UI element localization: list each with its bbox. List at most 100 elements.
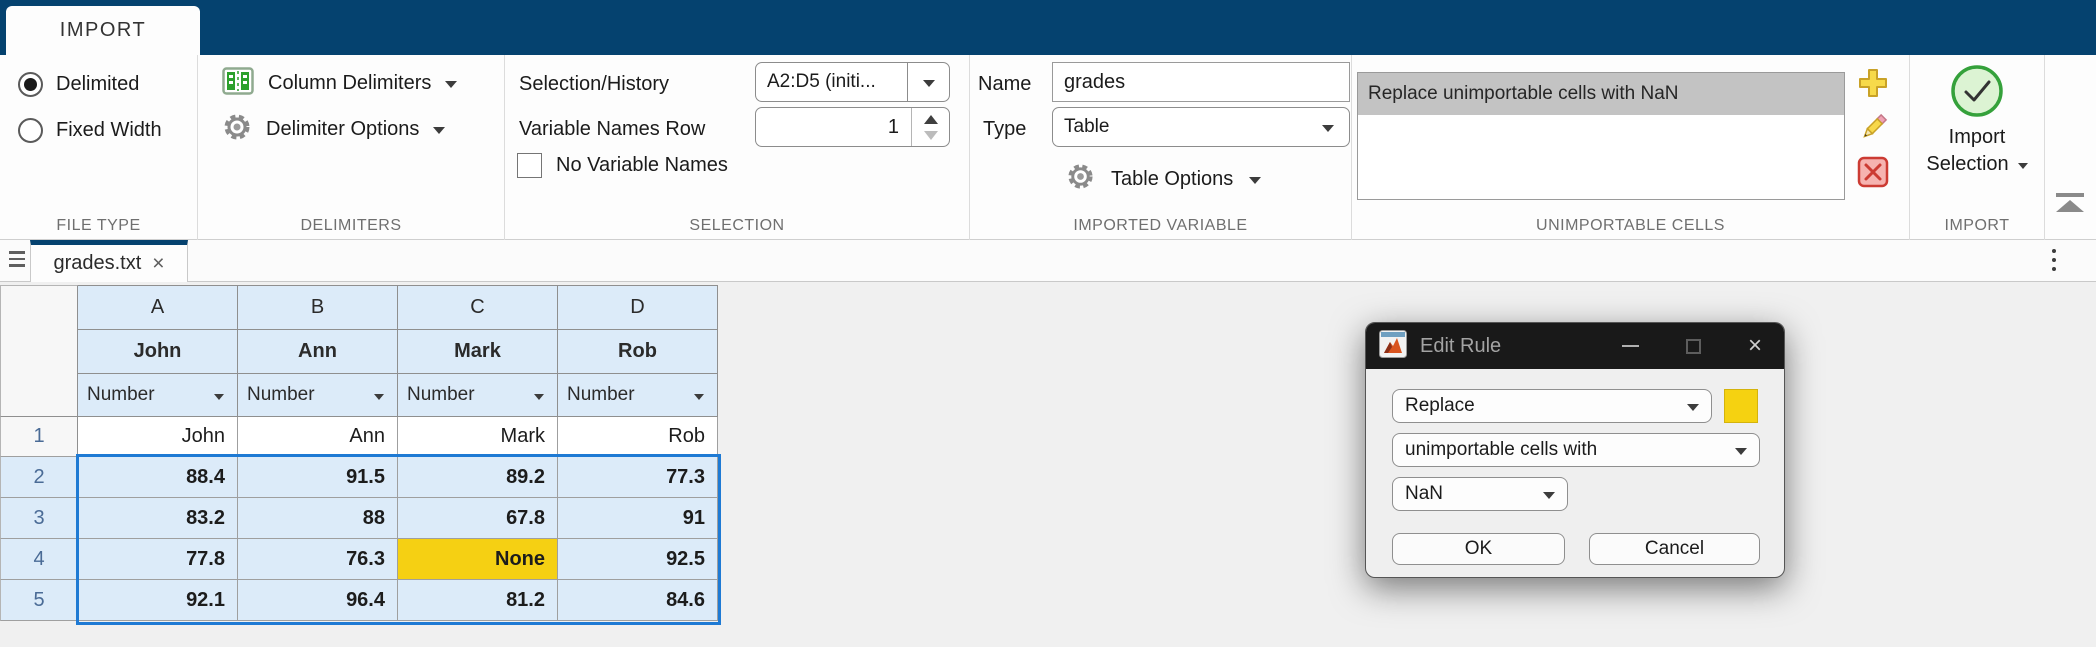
column-delimiters-button[interactable]: Column Delimiters [222, 65, 458, 101]
ribbon-tab-import[interactable]: IMPORT [6, 6, 200, 55]
variable-names-row-spinner[interactable]: 1 [755, 107, 950, 147]
selection-history-dropdown[interactable]: A2:D5 (initi... [755, 62, 950, 102]
grid-cell-a1[interactable]: John [78, 417, 238, 457]
grid-cell-a3[interactable]: 83.2 [78, 498, 238, 539]
add-rule-button[interactable] [1856, 68, 1890, 102]
radio-fixed-width-circle [18, 117, 43, 143]
variable-name-cell[interactable]: Rob [558, 330, 718, 374]
selection-history-label: Selection/History [519, 73, 670, 95]
ok-button[interactable]: OK [1392, 533, 1565, 565]
edit-rule-button[interactable] [1856, 113, 1890, 147]
grid-cell-c4-unimportable[interactable]: None [398, 539, 558, 580]
grid-cell-b5[interactable]: 96.4 [238, 580, 398, 621]
tab-grades-txt-label: grades.txt [53, 252, 142, 274]
chevron-down-icon [374, 394, 384, 400]
grid-cell-a2[interactable]: 88.4 [78, 457, 238, 498]
grid-cell-a4[interactable]: 77.8 [78, 539, 238, 580]
close-icon[interactable]: × [1748, 334, 1762, 358]
section-file-type: Delimited Fixed Width FILE TYPE [0, 55, 198, 240]
section-collapse [2045, 55, 2096, 240]
column-header-d[interactable]: D [558, 285, 718, 330]
chevron-down-icon [1543, 492, 1555, 499]
radio-delimited[interactable]: Delimited [18, 69, 139, 99]
grid-cell-c1[interactable]: Mark [398, 417, 558, 457]
row-number[interactable]: 2 [0, 457, 78, 498]
grid-cell-b4[interactable]: 76.3 [238, 539, 398, 580]
rule-replacement-dropdown[interactable]: NaN [1392, 477, 1568, 511]
kebab-dot [2052, 258, 2056, 262]
rule-action-dropdown[interactable]: Replace [1392, 389, 1712, 423]
tab-list-icon[interactable] [9, 251, 25, 271]
highlight-color-swatch[interactable] [1724, 389, 1758, 423]
variable-name-cell[interactable]: John [78, 330, 238, 374]
grid-cell-a5[interactable]: 92.1 [78, 580, 238, 621]
grid-cell-c5[interactable]: 81.2 [398, 580, 558, 621]
row-number[interactable]: 5 [0, 580, 78, 621]
spinner-up-icon[interactable] [923, 114, 938, 124]
no-variable-names-row[interactable]: No Variable Names [517, 153, 728, 178]
row-number[interactable]: 1 [0, 417, 78, 457]
variable-name-cell[interactable]: Ann [238, 330, 398, 374]
close-icon[interactable]: × [152, 253, 164, 274]
tab-grades-txt[interactable]: grades.txt × [30, 240, 188, 282]
delete-rule-button[interactable] [1856, 156, 1890, 191]
section-label-unimportable-cells: UNIMPORTABLE CELLS [1536, 217, 1725, 234]
delimiter-options-button[interactable]: Delimiter Options [222, 111, 446, 147]
grid-cell-d5[interactable]: 84.6 [558, 580, 718, 621]
grid-cell-d1[interactable]: Rob [558, 417, 718, 457]
section-delimiters: Column Delimiters Delimiter Options DELI… [198, 55, 505, 240]
cancel-button[interactable]: Cancel [1589, 533, 1760, 565]
grid-cell-c2[interactable]: 89.2 [398, 457, 558, 498]
type-dropdown[interactable]: Table [1052, 107, 1350, 147]
grid-cell-d2[interactable]: 77.3 [558, 457, 718, 498]
column-type-dropdown[interactable]: Number [398, 374, 558, 417]
chevron-down-icon [694, 394, 704, 400]
maximize-icon[interactable] [1685, 338, 1701, 354]
variable-name-cell[interactable]: Mark [398, 330, 558, 374]
row-number[interactable]: 3 [0, 498, 78, 539]
grid-cell-b3[interactable]: 88 [238, 498, 398, 539]
collapse-ribbon-button[interactable] [2056, 193, 2084, 212]
tab-strip-menu-button[interactable] [2052, 249, 2056, 276]
column-header-a[interactable]: A [78, 285, 238, 330]
dialog-titlebar[interactable]: Edit Rule × [1366, 323, 1784, 369]
content-area: A B C D John Ann Mark Rob Number Number … [0, 283, 2096, 647]
column-delimiters-icon [222, 66, 254, 100]
grid-cell-b1[interactable]: Ann [238, 417, 398, 457]
no-variable-names-checkbox[interactable] [517, 153, 542, 178]
spinner-arrows[interactable] [911, 108, 949, 146]
kebab-dot [2052, 249, 2056, 253]
import-selection-label-line1: Import [1948, 126, 2006, 148]
minimize-icon[interactable] [1621, 345, 1639, 347]
column-type-dropdown[interactable]: Number [558, 374, 718, 417]
column-type-dropdown[interactable]: Number [238, 374, 398, 417]
column-type-dropdown[interactable]: Number [78, 374, 238, 417]
spinner-down-icon[interactable] [923, 130, 938, 140]
rules-listbox[interactable]: Replace unimportable cells with NaN [1357, 72, 1845, 200]
type-dropdown-arrow [1307, 108, 1349, 146]
grid-cell-d3[interactable]: 91 [558, 498, 718, 539]
grid-cell-d4[interactable]: 92.5 [558, 539, 718, 580]
section-label-imported-variable: IMPORTED VARIABLE [1073, 217, 1248, 234]
import-tool-window: IMPORT Delimited Fixed Width FILE TYPE C… [0, 0, 2096, 647]
chevron-down-icon [534, 394, 544, 400]
no-variable-names-label: No Variable Names [556, 154, 728, 176]
rule-target-dropdown[interactable]: unimportable cells with [1392, 433, 1760, 467]
column-header-c[interactable]: C [398, 285, 558, 330]
name-input[interactable]: grades [1052, 62, 1350, 102]
section-label-delimiters: DELIMITERS [300, 217, 402, 234]
column-type-value: Number [407, 384, 475, 405]
row-number[interactable]: 4 [0, 539, 78, 580]
rule-list-item[interactable]: Replace unimportable cells with NaN [1358, 73, 1844, 115]
section-label-import: IMPORT [1944, 217, 2010, 234]
column-delimiters-label: Column Delimiters [268, 71, 432, 94]
import-selection-button[interactable]: Import Selection [1910, 63, 2044, 178]
grid-cell-b2[interactable]: 91.5 [238, 457, 398, 498]
column-header-b[interactable]: B [238, 285, 398, 330]
pencil-icon [1856, 111, 1890, 150]
table-options-button[interactable]: Table Options [1066, 161, 1262, 197]
grid-cell-c3[interactable]: 67.8 [398, 498, 558, 539]
selection-history-arrow-button[interactable] [907, 63, 949, 101]
grid-corner[interactable] [0, 285, 78, 417]
radio-fixed-width[interactable]: Fixed Width [18, 115, 162, 145]
